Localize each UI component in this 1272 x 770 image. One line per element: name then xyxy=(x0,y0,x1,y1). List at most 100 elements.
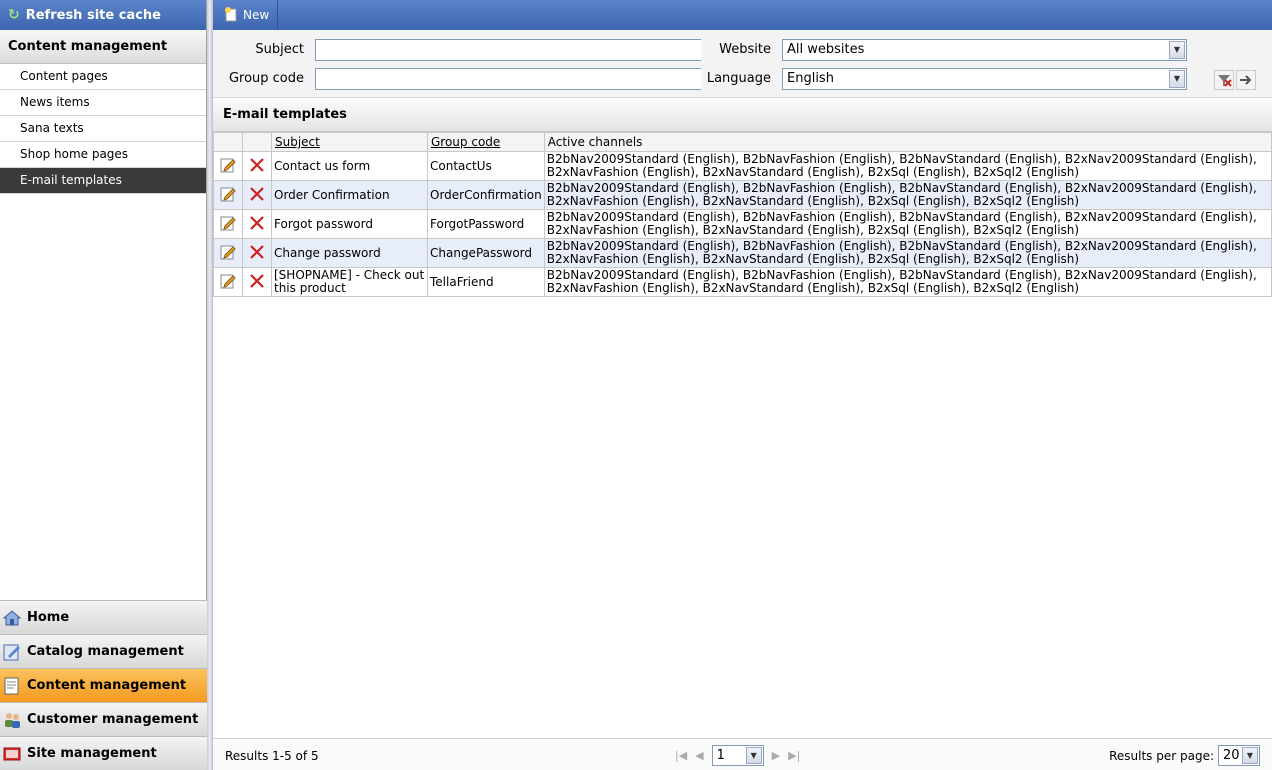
new-button[interactable]: New xyxy=(213,0,279,30)
chevron-down-icon: ▼ xyxy=(1169,41,1185,59)
refresh-label: Refresh site cache xyxy=(25,7,161,23)
group-code-column-header[interactable]: Group code xyxy=(427,132,545,152)
nav-home[interactable]: Home xyxy=(0,600,207,634)
chevron-down-icon: ▼ xyxy=(1169,70,1185,88)
edit-column-header xyxy=(213,132,243,152)
table-row: Change password ChangePassword B2bNav200… xyxy=(213,238,1272,268)
delete-icon[interactable] xyxy=(248,157,266,177)
delete-cell xyxy=(242,151,272,181)
delete-cell xyxy=(242,209,272,239)
grid-title: E-mail templates xyxy=(213,98,1272,132)
new-label: New xyxy=(243,8,270,22)
delete-icon[interactable] xyxy=(248,273,266,293)
delete-column-header xyxy=(242,132,272,152)
next-page-icon[interactable]: ▶ xyxy=(772,749,780,762)
subject-cell: Order Confirmation xyxy=(271,180,428,210)
results-per-page-label: Results per page: xyxy=(1109,748,1214,763)
table-row: Contact us form ContactUs B2bNav2009Stan… xyxy=(213,151,1272,181)
channels-line: B2xNavFashion (English), B2xNavStandard … xyxy=(546,281,1080,295)
nav-home-label: Home xyxy=(27,610,70,625)
active-channels-cell: B2bNav2009Standard (English), B2bNavFash… xyxy=(543,267,1272,297)
apply-filter-arrow-icon[interactable] xyxy=(1236,70,1256,90)
bottom-nav: Home Catalog management Content manageme… xyxy=(0,600,207,770)
first-page-icon[interactable]: |◀ xyxy=(675,749,687,762)
nav-catalog-management[interactable]: Catalog management xyxy=(0,634,207,668)
group-code-label: Group code xyxy=(228,71,304,86)
sidebar: ↻ Refresh site cache Content management … xyxy=(0,0,207,770)
group-code-cell: OrderConfirmation xyxy=(427,180,545,210)
edit-cell xyxy=(213,267,243,297)
last-page-icon[interactable]: ▶| xyxy=(788,749,800,762)
catalog-icon xyxy=(2,642,22,662)
table-row: Order Confirmation OrderConfirmation B2b… xyxy=(213,180,1272,210)
toolbar: New xyxy=(213,0,1272,30)
customers-icon xyxy=(2,710,22,730)
website-select[interactable]: All websites ▼ xyxy=(782,39,1187,61)
sidebar-item-shop-home-pages[interactable]: Shop home pages xyxy=(0,142,206,168)
active-channels-cell: B2bNav2009Standard (English), B2bNavFash… xyxy=(543,238,1272,268)
refresh-site-cache-button[interactable]: ↻ Refresh site cache xyxy=(0,0,206,30)
subject-input[interactable] xyxy=(315,39,701,61)
pager: |◀ ◀ 1 ▼ ▶ ▶| xyxy=(675,745,800,766)
nav-content-label: Content management xyxy=(27,678,187,693)
nav-content-management[interactable]: Content management xyxy=(0,668,207,702)
edit-icon[interactable] xyxy=(219,245,237,264)
page-select[interactable]: 1 ▼ xyxy=(711,745,764,766)
group-code-header-label[interactable]: Group code xyxy=(431,135,500,149)
edit-cell xyxy=(213,151,243,181)
main-panel: New Subject Group code Website All websi… xyxy=(213,0,1272,770)
previous-page-icon[interactable]: ◀ xyxy=(695,749,703,762)
sidebar-item-sana-texts[interactable]: Sana texts xyxy=(0,116,206,142)
sidebar-item-email-templates[interactable]: E-mail templates xyxy=(0,168,206,194)
sidebar-item-news-items[interactable]: News items xyxy=(0,90,206,116)
edit-icon[interactable] xyxy=(219,187,237,206)
nav-customer-label: Customer management xyxy=(27,712,199,727)
subject-cell: [SHOPNAME] - Check out this product xyxy=(271,267,428,297)
edit-icon[interactable] xyxy=(219,274,237,293)
active-channels-column-header: Active channels xyxy=(543,132,1272,152)
delete-icon[interactable] xyxy=(248,186,266,206)
language-selected-value: English xyxy=(787,71,834,86)
chevron-down-icon: ▼ xyxy=(1242,747,1258,764)
delete-icon[interactable] xyxy=(248,244,266,264)
edit-cell xyxy=(213,238,243,268)
language-label: Language xyxy=(706,71,771,86)
group-code-cell: TellaFriend xyxy=(427,267,545,297)
nav-site-management[interactable]: Site management xyxy=(0,736,207,770)
delete-cell xyxy=(242,180,272,210)
channels-line: B2xNavFashion (English), B2xNavStandard … xyxy=(546,194,1080,208)
nav-catalog-label: Catalog management xyxy=(27,644,184,659)
subject-cell: Change password xyxy=(271,238,428,268)
sidebar-item-content-pages[interactable]: Content pages xyxy=(0,64,206,90)
table-header-row: Subject Group code Active channels xyxy=(213,132,1272,152)
subject-cell: Forgot password xyxy=(271,209,428,239)
delete-cell xyxy=(242,267,272,297)
group-code-input[interactable] xyxy=(315,68,701,90)
subject-header-label[interactable]: Subject xyxy=(275,135,320,149)
website-selected-value: All websites xyxy=(787,42,865,57)
grid-footer: Results 1-5 of 5 |◀ ◀ 1 ▼ ▶ ▶| Results p… xyxy=(213,738,1272,770)
page-selected-value: 1 xyxy=(716,748,725,763)
delete-icon[interactable] xyxy=(248,215,266,235)
active-channels-cell: B2bNav2009Standard (English), B2bNavFash… xyxy=(543,180,1272,210)
edit-icon[interactable] xyxy=(219,216,237,235)
channels-line: B2xNavFashion (English), B2xNavStandard … xyxy=(546,165,1080,179)
clear-filter-icon[interactable] xyxy=(1214,70,1234,90)
results-count: Results 1-5 of 5 xyxy=(225,749,319,763)
results-per-page-select[interactable]: 20 ▼ xyxy=(1218,745,1260,766)
table-row: Forgot password ForgotPassword B2bNav200… xyxy=(213,209,1272,239)
group-code-cell: ContactUs xyxy=(427,151,545,181)
active-channels-cell: B2bNav2009Standard (English), B2bNavFash… xyxy=(543,209,1272,239)
nav-customer-management[interactable]: Customer management xyxy=(0,702,207,736)
channels-line: B2xNavFashion (English), B2xNavStandard … xyxy=(546,223,1080,237)
filter-panel: Subject Group code Website All websites … xyxy=(213,30,1272,98)
new-document-icon xyxy=(223,6,239,25)
group-code-cell: ChangePassword xyxy=(427,238,545,268)
results-per-page: Results per page: 20 ▼ xyxy=(1109,745,1260,766)
subject-label: Subject xyxy=(255,42,304,57)
content-icon xyxy=(2,676,22,696)
website-label: Website xyxy=(719,42,771,57)
subject-column-header[interactable]: Subject xyxy=(271,132,428,152)
edit-icon[interactable] xyxy=(219,158,237,177)
language-select[interactable]: English ▼ xyxy=(782,68,1187,90)
